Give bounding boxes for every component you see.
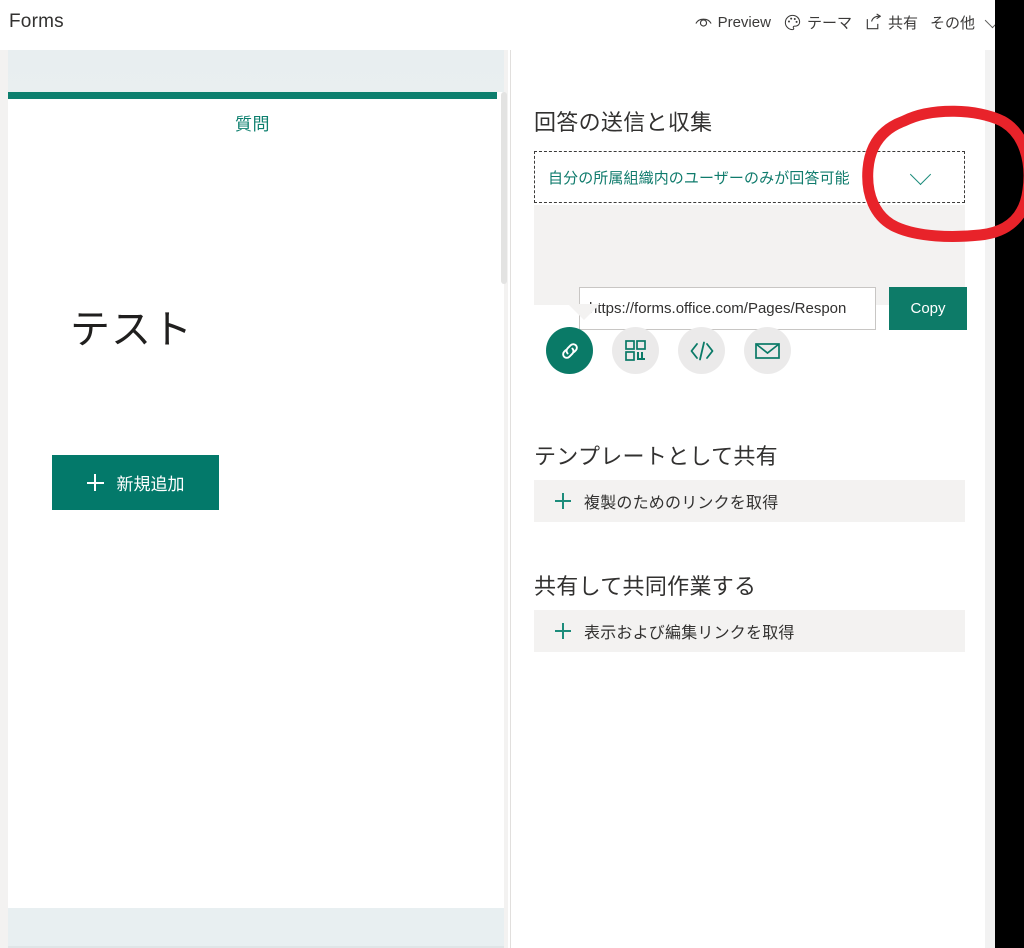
get-view-edit-link-label: 表示および編集リンクを取得 [584, 625, 795, 642]
form-canvas: 質問 テスト 新規追加 [8, 50, 516, 948]
forms-app-window: Forms Preview テーマ 共有 その他 質問 テスト 新規追加 回答の… [0, 0, 1024, 948]
form-title[interactable]: テスト [70, 297, 193, 355]
window-edge-gap [985, 50, 995, 948]
audience-dropdown[interactable]: 自分の所属組織内のユーザーのみが回答可能 [534, 151, 965, 203]
tab-questions[interactable]: 質問 [8, 110, 497, 135]
share-method-buttons [546, 327, 791, 374]
get-view-edit-link-row[interactable]: 表示および編集リンクを取得 [534, 610, 965, 652]
audience-dropdown-value: 自分の所属組織内のユーザーのみが回答可能 [548, 169, 850, 187]
get-duplicate-link-row[interactable]: 複製のためのリンクを取得 [534, 480, 965, 522]
preview-button[interactable]: Preview [688, 11, 777, 34]
plus-icon [86, 474, 104, 491]
form-editor-pane: 質問 テスト 新規追加 [0, 50, 516, 948]
share-method-embed-button[interactable] [678, 327, 725, 374]
email-icon [754, 340, 781, 361]
add-new-question-label: 新規追加 [116, 475, 185, 494]
share-panel: 回答の送信と収集 自分の所属組織内のユーザーのみが回答可能 Copy [512, 50, 995, 948]
app-header: Forms Preview テーマ 共有 その他 [0, 0, 1024, 50]
form-tabstrip [8, 50, 504, 92]
qr-code-icon [623, 338, 648, 363]
plus-icon [555, 493, 571, 509]
send-collect-section-title: 回答の送信と収集 [534, 110, 713, 135]
chevron-down-icon [909, 163, 932, 185]
share-button[interactable]: 共有 [858, 10, 924, 35]
form-canvas-bottom-strip [8, 908, 504, 948]
embed-code-icon [688, 340, 716, 362]
app-brand-title: Forms [9, 11, 64, 32]
eye-icon [694, 13, 713, 32]
theme-label: テーマ [806, 15, 852, 32]
link-callout: Copy [534, 205, 967, 330]
share-link-input[interactable] [579, 287, 876, 330]
palette-icon [783, 13, 802, 32]
preview-label: Preview [717, 14, 771, 31]
template-section-title: テンプレートとして共有 [534, 444, 778, 469]
form-canvas-scrollbar-thumb[interactable] [501, 92, 507, 284]
copy-link-button[interactable]: Copy [889, 287, 967, 330]
share-method-link-button[interactable] [546, 327, 593, 374]
pane-divider [510, 50, 511, 948]
header-actions: Preview テーマ 共有 その他 [688, 10, 1004, 35]
tab-active-underline [8, 92, 497, 99]
more-options-button[interactable]: その他 [924, 10, 1004, 35]
more-options-label: その他 [929, 15, 975, 32]
share-method-email-button[interactable] [744, 327, 791, 374]
add-new-question-button[interactable]: 新規追加 [52, 455, 219, 510]
plus-icon [555, 623, 571, 639]
window-right-edge [995, 0, 1024, 948]
share-icon [864, 13, 883, 32]
get-duplicate-link-label: 複製のためのリンクを取得 [584, 495, 779, 512]
share-label: 共有 [887, 15, 918, 32]
theme-button[interactable]: テーマ [777, 10, 858, 35]
collaborate-section-title: 共有して共同作業する [534, 574, 757, 599]
share-method-qrcode-button[interactable] [612, 327, 659, 374]
link-icon [557, 338, 583, 364]
